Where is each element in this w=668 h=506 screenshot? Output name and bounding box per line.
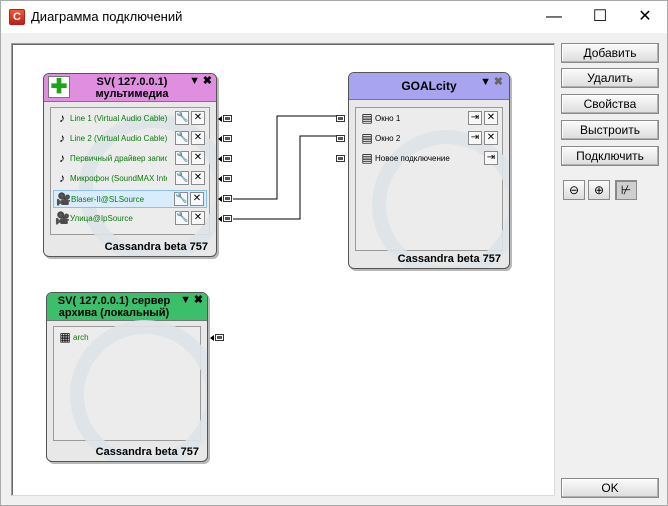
ok-button[interactable]: OK: [561, 478, 659, 498]
node-goalcity-body: ▤ Окно 1 ⇥ ✕ ▤ Окно 2 ⇥ ✕ ▤ Новое подклю…: [355, 107, 509, 268]
window-title: Диаграмма подключений: [31, 9, 183, 24]
list-item[interactable]: ▤ Новое подключение ⇥: [358, 150, 500, 168]
node-archive-footer: Cassandra beta 757: [95, 446, 199, 458]
add-button[interactable]: Добавить: [561, 43, 659, 63]
title-bar: C Диаграмма подключений — ☐ ✕: [1, 1, 667, 33]
app-icon: C: [9, 9, 25, 25]
close-button[interactable]: ✕: [622, 1, 668, 32]
split-icon[interactable]: ⇥: [468, 111, 482, 125]
list-item[interactable]: ▤ Окно 1 ⇥ ✕: [358, 110, 500, 128]
connect-button[interactable]: Подключить: [561, 146, 659, 166]
split-icon[interactable]: ⇥: [484, 151, 498, 165]
wire-blaser-to-window1: [233, 115, 336, 200]
delete-button[interactable]: Удалить: [561, 68, 659, 88]
list-item-label: Новое подключение: [375, 154, 450, 163]
arrange-button[interactable]: Выстроить: [561, 120, 659, 140]
node-archive-subtitle: архива (локальный): [58, 307, 170, 319]
monitor-icon: ▤: [361, 131, 373, 145]
node-archive-title: SV( 127.0.0.1) сервер: [57, 295, 171, 307]
list-item-label: Окно 1: [375, 114, 401, 123]
diagram-canvas[interactable]: ✚ SV( 127.0.0.1) мультимедиа ▼ ✖ ♪ Line …: [11, 43, 555, 496]
delete-x-icon[interactable]: ✕: [484, 131, 498, 145]
node-archive-server[interactable]: SV( 127.0.0.1) сервер архива (локальный)…: [46, 292, 208, 462]
monitor-icon: ▤: [361, 111, 373, 125]
node-goalcity-header[interactable]: GOALcity ▼ ✖: [349, 73, 509, 100]
list-item-label: Окно 2: [375, 134, 401, 143]
collapse-arrow-icon[interactable]: ▼: [180, 294, 191, 306]
archive-icon: ▦: [59, 330, 71, 344]
node-archive-body: ▦ arch: [53, 320, 207, 461]
monitor-icon: ▤: [361, 151, 373, 165]
list-item[interactable]: ▦ arch: [56, 329, 198, 347]
collapse-arrow-icon[interactable]: ▼: [480, 76, 491, 88]
node-archive-header[interactable]: SV( 127.0.0.1) сервер архива (локальный)…: [47, 293, 207, 321]
node-goalcity[interactable]: GOALcity ▼ ✖ ▤ Окно 1 ⇥ ✕ ▤ Окно 2 ⇥ ✕ ▤…: [348, 72, 510, 269]
split-icon[interactable]: ⇥: [468, 131, 482, 145]
select-tool-icon[interactable]: ⊬: [615, 180, 637, 200]
delete-x-icon[interactable]: ✕: [484, 111, 498, 125]
node-goalcity-title: GOALcity: [401, 79, 457, 93]
node-close-icon[interactable]: ✖: [494, 76, 503, 88]
properties-button[interactable]: Свойства: [561, 94, 659, 114]
maximize-button[interactable]: ☐: [577, 1, 623, 32]
list-item-label: arch: [73, 333, 89, 342]
input-port[interactable]: [336, 115, 345, 122]
input-port[interactable]: [336, 135, 345, 142]
minimize-button[interactable]: —: [531, 1, 577, 32]
zoom-in-icon[interactable]: ⊕: [588, 180, 610, 200]
list-item[interactable]: ▤ Окно 2 ⇥ ✕: [358, 130, 500, 148]
connection-diagram-window: C Диаграмма подключений — ☐ ✕ ✚ SV( 127.…: [0, 0, 668, 506]
node-close-icon[interactable]: ✖: [194, 294, 203, 306]
node-goalcity-footer: Cassandra beta 757: [397, 253, 501, 265]
wire-street-to-window2: [233, 135, 336, 220]
port-arrow-icon: [210, 335, 214, 341]
output-port[interactable]: [215, 334, 224, 341]
zoom-out-icon[interactable]: ⊖: [563, 180, 585, 200]
input-port[interactable]: [336, 155, 345, 162]
